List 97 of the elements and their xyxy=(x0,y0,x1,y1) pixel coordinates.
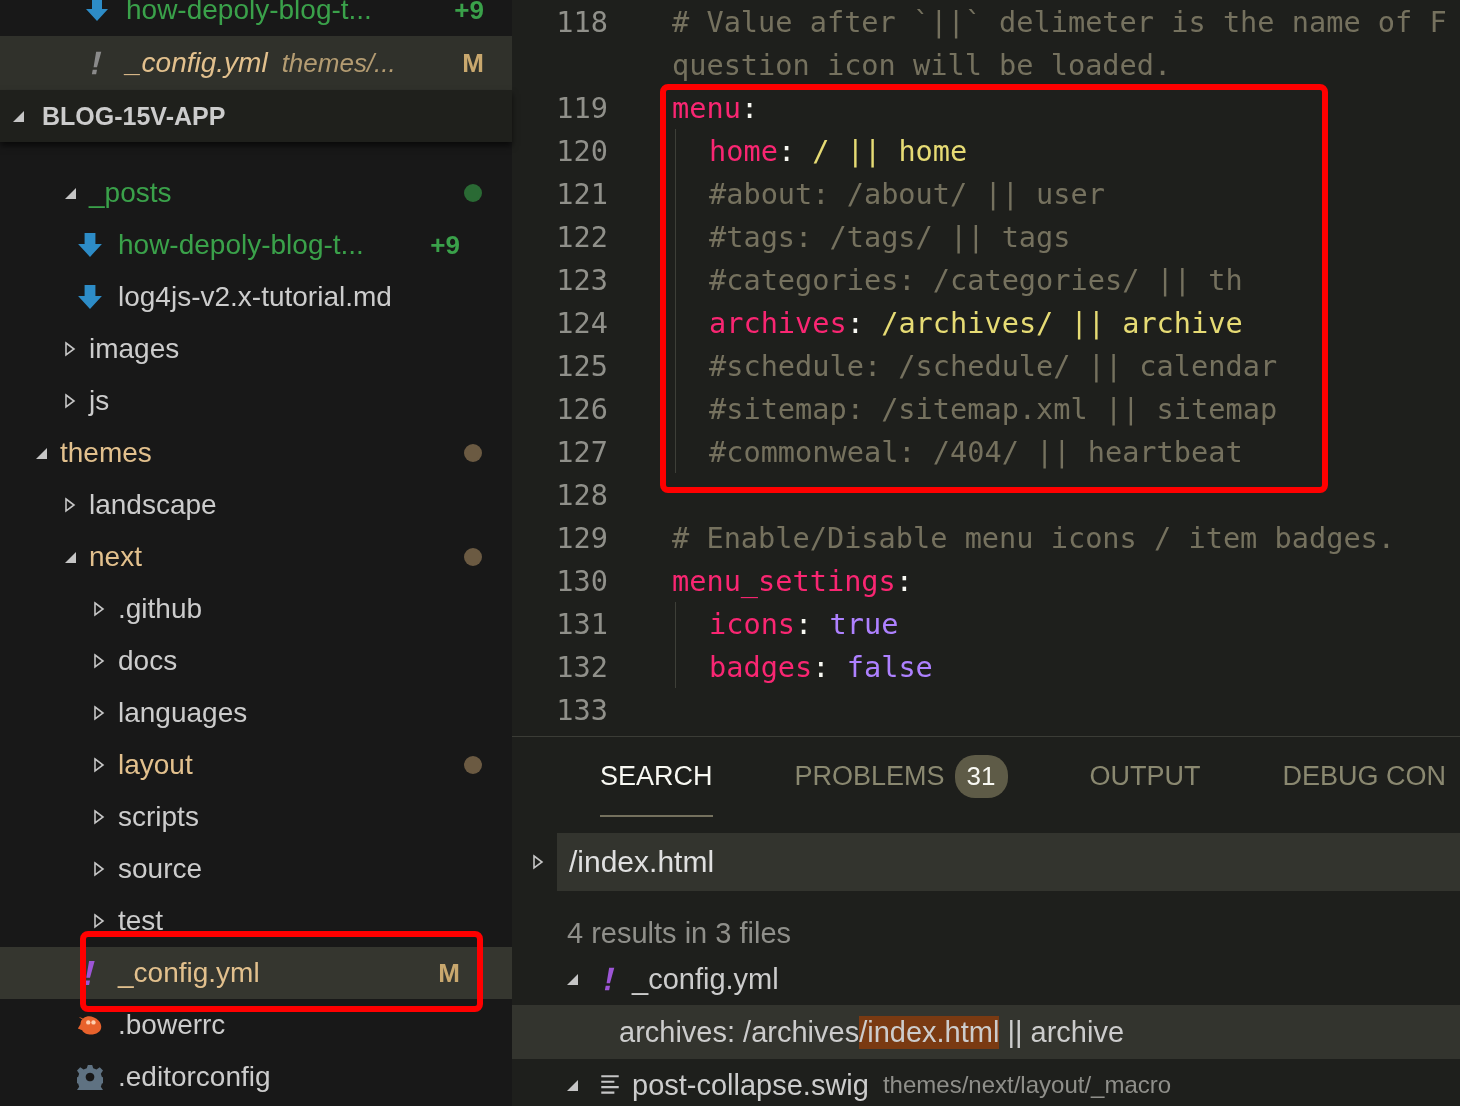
tree-item[interactable]: scripts xyxy=(0,791,512,843)
git-status: M xyxy=(462,47,484,79)
file-path: themes/... xyxy=(281,47,396,79)
git-status: M xyxy=(438,957,460,989)
open-editor-item[interactable]: _config.yml themes/... M xyxy=(0,36,512,90)
tree-label: layout xyxy=(118,749,193,781)
line-number: 129 xyxy=(555,520,608,555)
code-line: home: / || home xyxy=(709,133,968,168)
tree-item[interactable]: landscape xyxy=(0,479,512,531)
search-match[interactable]: archives: /archives/index.html || archive xyxy=(512,1005,1460,1059)
results-summary: 4 results in 3 files xyxy=(567,916,793,951)
line-number: 130 xyxy=(555,563,608,598)
gear-icon xyxy=(77,1064,103,1090)
git-status: +9 xyxy=(454,0,484,26)
line-number: 127 xyxy=(555,434,608,469)
down-arrow-icon xyxy=(77,232,103,258)
tree-label: source xyxy=(118,853,203,885)
line-number: 132 xyxy=(555,649,608,684)
code-line: #tags: /tags/ || tags xyxy=(709,219,1071,254)
tree-label: .github xyxy=(118,593,203,625)
tree-label: scripts xyxy=(118,801,199,833)
tree-label: landscape xyxy=(89,489,217,521)
tree-item[interactable]: next xyxy=(0,531,512,583)
panel-tab[interactable]: SEARCH xyxy=(600,737,713,817)
code-line: # Enable/Disable menu icons / item badges. xyxy=(672,520,1396,555)
tab-label: OUTPUT xyxy=(1089,760,1201,792)
count-badge: 31 xyxy=(954,754,1008,798)
down-arrow-icon xyxy=(77,284,103,310)
tree-item[interactable]: images xyxy=(0,323,512,375)
tree-item[interactable]: _posts xyxy=(0,167,512,219)
down-arrow-icon xyxy=(85,0,109,22)
tree-item[interactable]: js xyxy=(0,375,512,427)
tree-item[interactable]: source xyxy=(0,843,512,895)
panel-tab[interactable]: OUTPUT xyxy=(1089,737,1201,817)
line-number: 121 xyxy=(555,176,608,211)
tree-item[interactable]: _config.yml M xyxy=(0,947,512,999)
code-line: menu_settings: xyxy=(672,563,913,598)
tab-label: PROBLEMS xyxy=(794,760,945,792)
file-path: themes/next/layout/_macro xyxy=(882,1071,1172,1099)
line-number: 126 xyxy=(555,391,608,426)
tree-label: images xyxy=(89,333,180,365)
code-line: #sitemap: /sitemap.xml || sitemap xyxy=(709,391,1278,426)
code-line: #commonweal: /404/ || heartbeat xyxy=(709,434,1243,469)
line-number: 124 xyxy=(555,305,608,340)
code-line: #schedule: /schedule/ || calendar xyxy=(709,348,1278,383)
line-number: 125 xyxy=(555,348,608,383)
file-name: post-collapse.swig xyxy=(632,1068,869,1102)
lines-icon xyxy=(598,1073,622,1097)
panel-tab[interactable]: DEBUG CON xyxy=(1282,737,1447,817)
tree-item[interactable]: .github xyxy=(0,583,512,635)
tree-item[interactable]: docs xyxy=(0,635,512,687)
code-line: question icon will be loaded. xyxy=(672,47,1172,82)
tree-item[interactable]: test xyxy=(0,895,512,947)
tab-label: DEBUG CON xyxy=(1282,760,1447,792)
tree-label: themes xyxy=(60,437,152,469)
tree-label: _posts xyxy=(89,177,172,209)
line-number: 122 xyxy=(555,219,608,254)
tree-item[interactable]: .editorconfig xyxy=(0,1051,512,1103)
result-file[interactable]: post-collapse.swig themes/next/layout/_macro xyxy=(512,1059,1460,1106)
code-line: # Value after `||` delimeter is the name of F xyxy=(672,4,1447,39)
tree-label: how-depoly-blog-t... xyxy=(118,229,364,261)
tree-label: js xyxy=(89,385,110,417)
search-field[interactable]: /index.html xyxy=(557,833,1460,891)
line-number: 123 xyxy=(555,262,608,297)
code-line: archives: /archives/ || archive xyxy=(709,305,1243,340)
code-line: icons: true xyxy=(709,606,899,641)
tree-item[interactable]: .bowerrc xyxy=(0,999,512,1051)
line-number: 119 xyxy=(555,90,608,125)
code-line: #categories: /categories/ || th xyxy=(709,262,1243,297)
tree-label: next xyxy=(89,541,142,573)
code-line: #about: /about/ || user xyxy=(709,176,1105,211)
expand-toggle-icon[interactable] xyxy=(530,854,546,870)
code-line: menu: xyxy=(672,90,759,125)
tree-item[interactable]: how-depoly-blog-t... +9 xyxy=(0,219,512,271)
tree-label: languages xyxy=(118,697,248,729)
tab-label: SEARCH xyxy=(600,760,713,792)
tree-item[interactable]: languages xyxy=(0,687,512,739)
git-status: +9 xyxy=(430,229,460,261)
line-number: 120 xyxy=(555,133,608,168)
tree-item[interactable]: log4js-v2.x-tutorial.md xyxy=(0,271,512,323)
tree-item[interactable]: layout xyxy=(0,739,512,791)
tree-label: .bowerrc xyxy=(118,1009,226,1041)
line-number: 118 xyxy=(555,4,608,39)
tree-label: test xyxy=(118,905,164,937)
section-header[interactable]: BLOG-15V-APP xyxy=(0,90,512,142)
code-line: badges: false xyxy=(709,649,933,684)
result-file[interactable]: _config.yml xyxy=(512,953,1460,1005)
tree-item[interactable]: themes xyxy=(0,427,512,479)
file-name: _config.yml xyxy=(632,962,779,996)
tree-label: docs xyxy=(118,645,178,677)
panel-tab[interactable]: PROBLEMS 31 xyxy=(794,737,1008,817)
tree-label: _config.yml xyxy=(118,957,260,989)
tree-label: .editorconfig xyxy=(118,1061,271,1093)
tree-label: log4js-v2.x-tutorial.md xyxy=(118,281,392,313)
line-number: 133 xyxy=(555,692,608,727)
line-number: 131 xyxy=(555,606,608,641)
line-number: 128 xyxy=(555,477,608,512)
